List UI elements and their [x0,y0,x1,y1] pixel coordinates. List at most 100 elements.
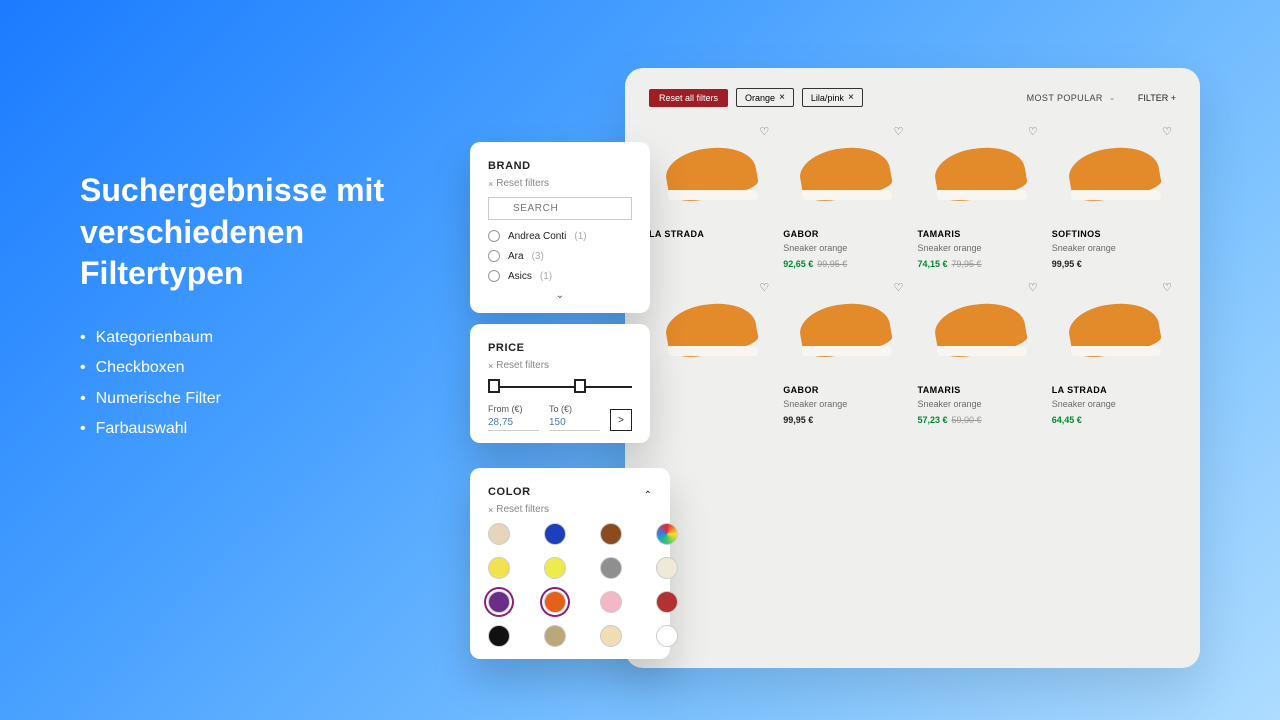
brand-search-input[interactable] [488,197,632,220]
product-price: 99,95 € [1052,259,1176,269]
hero-text: Suchergebnisse mit verschiedenen Filtert… [80,170,440,444]
color-swatch[interactable] [600,591,622,613]
close-icon[interactable]: × [779,92,785,103]
product-card[interactable]: ♡ [649,279,773,425]
color-swatch[interactable] [488,591,510,613]
price-apply-button[interactable]: > [610,409,632,431]
product-brand: GABOR [783,385,907,395]
close-icon[interactable]: × [848,92,854,103]
product-name: Sneaker orange [918,399,1042,409]
product-brand: GABOR [783,229,907,239]
product-name: Sneaker orange [783,243,907,253]
hero-title: Suchergebnisse mit verschiedenen Filtert… [80,170,440,295]
product-image [649,279,773,379]
color-swatch[interactable] [600,557,622,579]
product-card[interactable]: ♡ LA STRADA Sneaker orange 64,45 € [1052,279,1176,425]
product-price: 99,95 € [783,415,907,425]
product-price: 57,23 €59,00 € [918,415,1042,425]
brand-filter-card: BRAND ×Reset filters 🔍 Andrea Conti (1) … [470,142,650,313]
price-inputs: From (€) 28,75 To (€) 150 > [488,403,632,431]
color-swatch[interactable] [488,523,510,545]
heart-icon[interactable]: ♡ [1162,125,1172,138]
price-to-input[interactable]: 150 [549,415,600,431]
color-swatch[interactable] [544,591,566,613]
product-price: 64,45 € [1052,415,1176,425]
color-swatch[interactable] [656,591,678,613]
price-to-label: To (€) [549,404,572,414]
heart-icon[interactable]: ♡ [1028,281,1038,294]
hero-bullet: Farbauswahl [80,414,440,444]
sort-dropdown[interactable]: MOST POPULAR⌄ [1027,93,1116,103]
product-brand: TAMARIS [918,385,1042,395]
product-image [649,123,773,223]
product-name: Sneaker orange [1052,399,1176,409]
open-filters-button[interactable]: FILTER + [1138,93,1176,103]
sort-label: MOST POPULAR [1027,93,1103,103]
price-reset[interactable]: ×Reset filters [488,360,632,371]
price-from-label: From (€) [488,404,523,414]
product-card[interactable]: ♡ SOFTINOS Sneaker orange 99,95 € [1052,123,1176,269]
color-swatch[interactable] [656,523,678,545]
hero-bullet: Numerische Filter [80,384,440,414]
product-name: Sneaker orange [918,243,1042,253]
color-filter-card: COLOR ⌃ ×Reset filters [470,468,670,659]
chip-label: Lila/pink [811,93,844,103]
slider-handle-max[interactable] [574,379,586,393]
product-brand: LA STRADA [649,229,773,239]
color-reset[interactable]: ×Reset filters [488,504,652,515]
color-swatch[interactable] [544,625,566,647]
product-card[interactable]: ♡ GABOR Sneaker orange 92,65 €99,95 € [783,123,907,269]
product-image [783,279,907,379]
product-price: 92,65 €99,95 € [783,259,907,269]
brand-option[interactable]: Asics (1) [488,270,632,282]
brand-title: BRAND [488,160,632,172]
color-swatch[interactable] [544,557,566,579]
product-image [783,123,907,223]
reset-all-filters-button[interactable]: Reset all filters [649,89,728,107]
color-swatch-grid [488,523,652,647]
color-swatch[interactable] [600,523,622,545]
product-brand: TAMARIS [918,229,1042,239]
product-price: 74,15 €79,95 € [918,259,1042,269]
product-card[interactable]: ♡ TAMARIS Sneaker orange 57,23 €59,00 € [918,279,1042,425]
radio-icon [488,230,500,242]
chip-label: Orange [745,93,775,103]
heart-icon[interactable]: ♡ [759,125,769,138]
results-toolbar: Reset all filters Orange × Lila/pink × MOS… [649,88,1176,107]
brand-reset[interactable]: ×Reset filters [488,178,632,189]
product-card[interactable]: ♡ TAMARIS Sneaker orange 74,15 €79,95 € [918,123,1042,269]
price-from-input[interactable]: 28,75 [488,415,539,431]
chevron-down-icon[interactable]: ⌄ [488,290,632,301]
hero-bullet: Kategorienbaum [80,323,440,353]
heart-icon[interactable]: ♡ [894,281,904,294]
product-grid: ♡ LA STRADA ♡ GABOR Sneaker orange 92,65… [649,123,1176,425]
slider-handle-min[interactable] [488,379,500,393]
filter-chip[interactable]: Lila/pink × [802,88,863,107]
color-swatch[interactable] [600,625,622,647]
product-card[interactable]: ♡ LA STRADA [649,123,773,269]
color-swatch[interactable] [656,557,678,579]
product-brand: SOFTINOS [1052,229,1176,239]
chevron-up-icon[interactable]: ⌃ [644,490,652,501]
product-image [918,123,1042,223]
product-image [918,279,1042,379]
radio-icon [488,270,500,282]
product-name: Sneaker orange [1052,243,1176,253]
color-swatch[interactable] [656,625,678,647]
price-filter-card: PRICE ×Reset filters From (€) 28,75 To (… [470,324,650,443]
heart-icon[interactable]: ♡ [759,281,769,294]
heart-icon[interactable]: ♡ [1028,125,1038,138]
color-swatch[interactable] [544,523,566,545]
heart-icon[interactable]: ♡ [894,125,904,138]
heart-icon[interactable]: ♡ [1162,281,1172,294]
brand-option[interactable]: Ara (3) [488,250,632,262]
price-title: PRICE [488,342,632,354]
product-card[interactable]: ♡ GABOR Sneaker orange 99,95 € [783,279,907,425]
brand-option[interactable]: Andrea Conti (1) [488,230,632,242]
color-swatch[interactable] [488,625,510,647]
filter-chip[interactable]: Orange × [736,88,794,107]
product-image [1052,123,1176,223]
color-swatch[interactable] [488,557,510,579]
hero-bullet: Checkboxen [80,353,440,383]
price-slider[interactable] [488,379,632,395]
